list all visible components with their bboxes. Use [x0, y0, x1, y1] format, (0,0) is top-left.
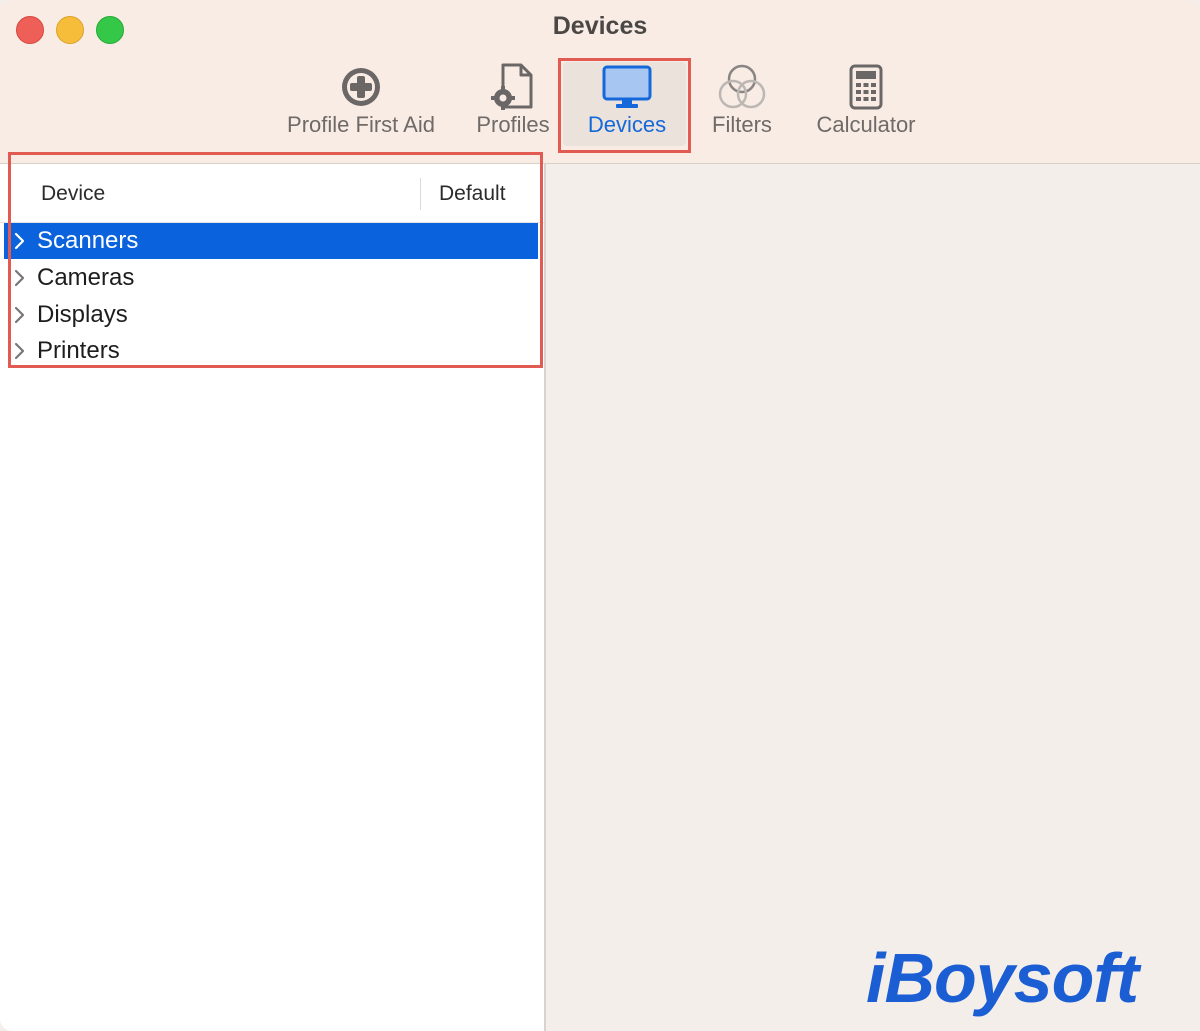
chevron-right-icon[interactable]	[10, 231, 30, 251]
column-divider[interactable]	[420, 178, 421, 210]
device-row-label: Cameras	[37, 264, 135, 291]
device-row-printers[interactable]: Printers	[4, 333, 538, 369]
toolbar-label: Profiles	[476, 112, 550, 137]
device-row-label: Displays	[37, 301, 128, 328]
chevron-right-icon[interactable]	[10, 268, 30, 288]
device-row-cameras[interactable]: Cameras	[4, 260, 538, 296]
iboysoft-watermark-logo: iBoysoft	[866, 939, 1139, 1017]
monitor-icon	[602, 65, 652, 108]
toolbar-label: Profile First Aid	[287, 112, 435, 137]
device-row-label: Printers	[37, 337, 120, 364]
window-title: Devices	[552, 12, 648, 40]
toolbar-filters[interactable]: Filters	[706, 62, 778, 142]
profile-document-gear-icon	[491, 63, 533, 110]
plus-circle-icon	[342, 68, 380, 106]
device-row-label: Scanners	[37, 227, 139, 254]
toolbar-profile-first-aid[interactable]: Profile First Aid	[280, 62, 442, 142]
column-header-device[interactable]: Device	[41, 182, 105, 206]
device-row-displays[interactable]: Displays	[4, 297, 538, 333]
toolbar-label: Calculator	[816, 112, 916, 137]
device-row-scanners[interactable]: Scanners	[4, 223, 538, 259]
app-window: Devices Profile First Aid Profiles Devic…	[0, 0, 1200, 1031]
toolbar-devices[interactable]: Devices	[576, 62, 678, 142]
chevron-right-icon[interactable]	[10, 341, 30, 361]
device-list-panel: Device Default Scanners Cameras Displays…	[0, 164, 546, 1031]
overlapping-circles-icon	[718, 64, 766, 109]
toolbar-profiles[interactable]: Profiles	[472, 62, 554, 142]
chevron-right-icon[interactable]	[10, 305, 30, 325]
toolbar-label: Devices	[587, 112, 667, 137]
toolbar-label: Filters	[712, 112, 772, 137]
toolbar-calculator[interactable]: Calculator	[810, 62, 922, 142]
device-list-header: Device Default	[0, 164, 544, 223]
title-bar: Devices Profile First Aid Profiles Devic…	[0, 0, 1200, 164]
calculator-icon	[849, 64, 883, 110]
column-header-default[interactable]: Default	[439, 182, 506, 206]
device-detail-panel	[546, 164, 1200, 1031]
